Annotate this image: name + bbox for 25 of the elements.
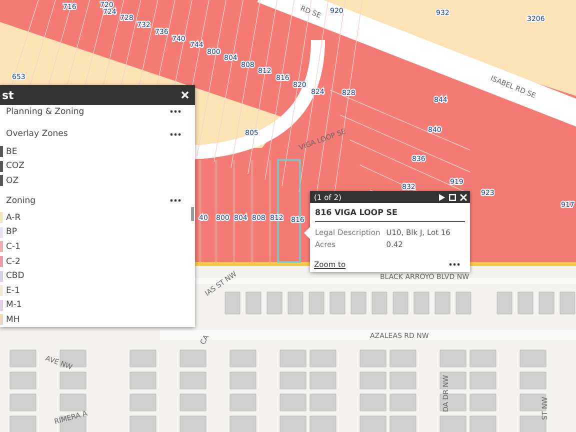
legend-label: COZ [6, 161, 24, 172]
layer-group-label[interactable]: Planning & Zoning [6, 106, 170, 117]
legend-label: C-1 [6, 242, 20, 252]
legend-label: OZ [6, 176, 19, 186]
close-icon[interactable] [460, 194, 467, 200]
layer-group-label[interactable]: Zoning [6, 196, 170, 206]
legend-label: BE [6, 146, 18, 157]
more-options-icon[interactable] [170, 132, 181, 136]
layer-group-label[interactable]: Overlay Zones [6, 129, 170, 140]
next-icon[interactable] [439, 194, 445, 200]
scrollbar-thumb[interactable] [191, 207, 194, 221]
more-options-icon[interactable] [449, 263, 460, 266]
popup-title: 816 VIGA LOOP SE [315, 208, 465, 222]
legend-label: MH [6, 314, 20, 325]
panel-title: st [2, 88, 14, 102]
legend-label: E-1 [6, 286, 20, 296]
close-icon[interactable] [181, 91, 189, 99]
more-options-icon[interactable] [170, 110, 181, 114]
legend-label: C-2 [6, 256, 20, 267]
legend-label: A-R [6, 212, 21, 223]
legend-label: BP [6, 227, 17, 238]
more-options-icon[interactable] [170, 199, 181, 202]
legend-label: M-1 [6, 300, 22, 310]
legend-label: CBD [6, 271, 24, 282]
maximize-icon[interactable] [449, 194, 456, 200]
